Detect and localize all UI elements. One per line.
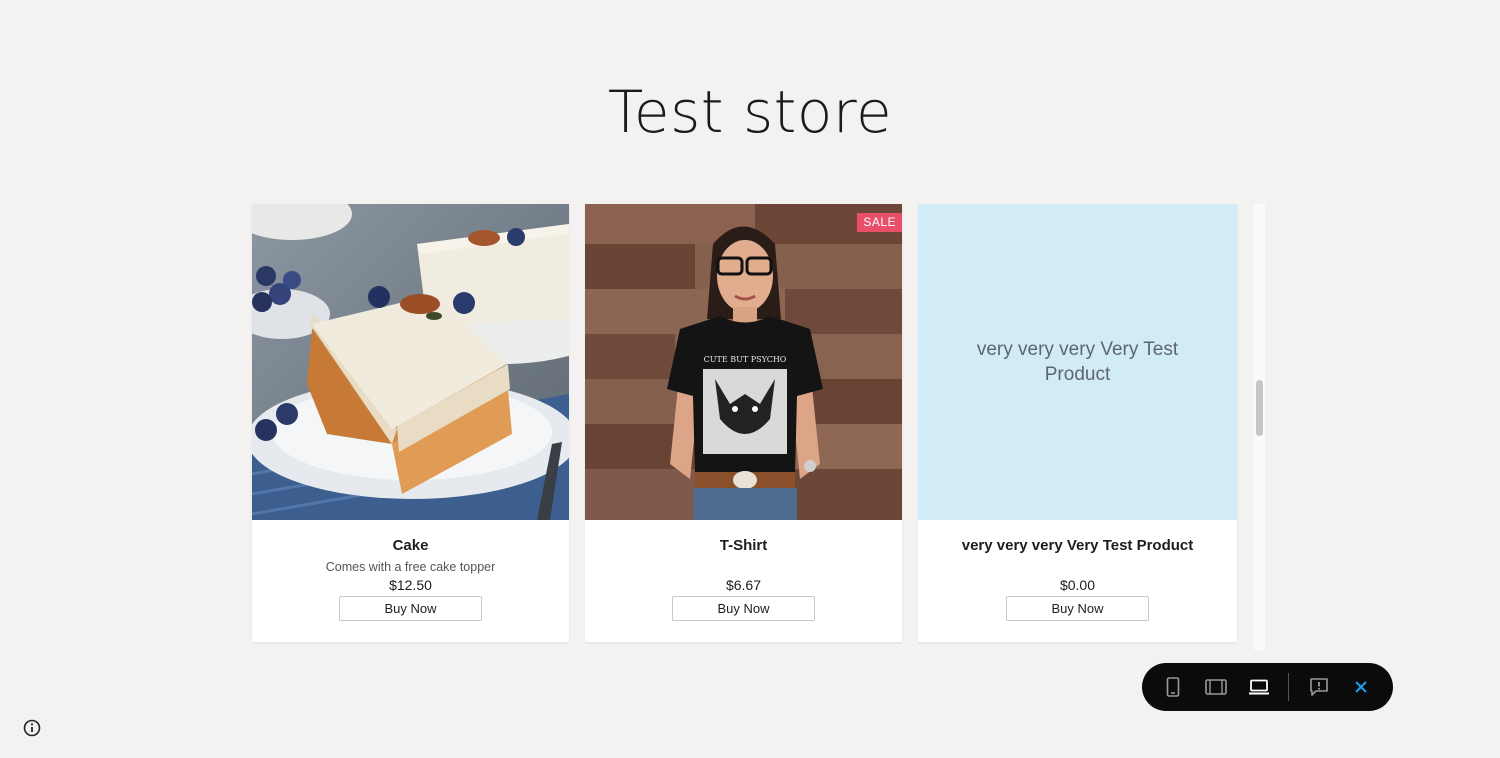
- product-card-tshirt: CUTE BUT PSYCHO SALE T-Shirt $6.67 Buy N…: [585, 204, 902, 642]
- info-icon: [23, 719, 41, 737]
- product-image-test[interactable]: very very very Very Test Product: [918, 204, 1237, 520]
- product-description: Comes with a free cake topper: [325, 560, 496, 574]
- close-preview-button[interactable]: [1349, 675, 1373, 699]
- feedback-icon: [1310, 678, 1328, 696]
- mobile-view-icon: [1166, 677, 1180, 697]
- product-image-cake[interactable]: [252, 204, 569, 520]
- store-page: Test store Cake Comes with a free cake t…: [0, 0, 1500, 758]
- product-price: $6.67: [725, 577, 762, 593]
- placeholder-text: very very very Very Test Product: [976, 339, 1179, 385]
- product-image-tshirt[interactable]: CUTE BUT PSYCHO SALE: [585, 204, 902, 520]
- toolbar-divider: [1288, 673, 1289, 701]
- image-placeholder: very very very Very Test Product: [918, 204, 1237, 520]
- scrollbar-track[interactable]: [1254, 204, 1265, 650]
- product-description: [585, 558, 902, 576]
- close-icon: [1355, 681, 1367, 693]
- product-card-test: very very very Very Test Product very ve…: [918, 204, 1237, 642]
- shirt-print-text: CUTE BUT PSYCHO: [704, 355, 787, 364]
- product-grid: Cake Comes with a free cake topper $12.5…: [252, 204, 1237, 642]
- buy-now-button-test[interactable]: Buy Now: [1006, 596, 1149, 621]
- cake-image: [252, 204, 569, 520]
- tablet-view-icon: [1205, 679, 1227, 695]
- scrollbar-thumb[interactable]: [1256, 380, 1263, 436]
- buy-now-button-tshirt[interactable]: Buy Now: [672, 596, 815, 621]
- feedback-button[interactable]: [1307, 675, 1331, 699]
- product-name: Cake: [392, 537, 429, 554]
- tablet-view-button[interactable]: [1204, 675, 1228, 699]
- mobile-view-button[interactable]: [1161, 675, 1185, 699]
- buy-now-button-cake[interactable]: Buy Now: [339, 596, 482, 621]
- desktop-view-button[interactable]: [1247, 675, 1271, 699]
- info-button[interactable]: [22, 718, 42, 738]
- store-title: Test store: [607, 78, 893, 146]
- product-name: T-Shirt: [719, 537, 768, 554]
- product-description: [918, 558, 1237, 576]
- device-preview-toolbar: [1142, 663, 1393, 711]
- product-price: $12.50: [389, 577, 432, 593]
- product-price: $0.00: [1059, 577, 1096, 593]
- product-card-cake: Cake Comes with a free cake topper $12.5…: [252, 204, 569, 642]
- desktop-view-icon: [1249, 679, 1269, 695]
- sale-badge: SALE: [857, 213, 902, 232]
- product-name: very very very Very Test Product: [961, 537, 1194, 554]
- tshirt-image: CUTE BUT PSYCHO: [585, 204, 902, 520]
